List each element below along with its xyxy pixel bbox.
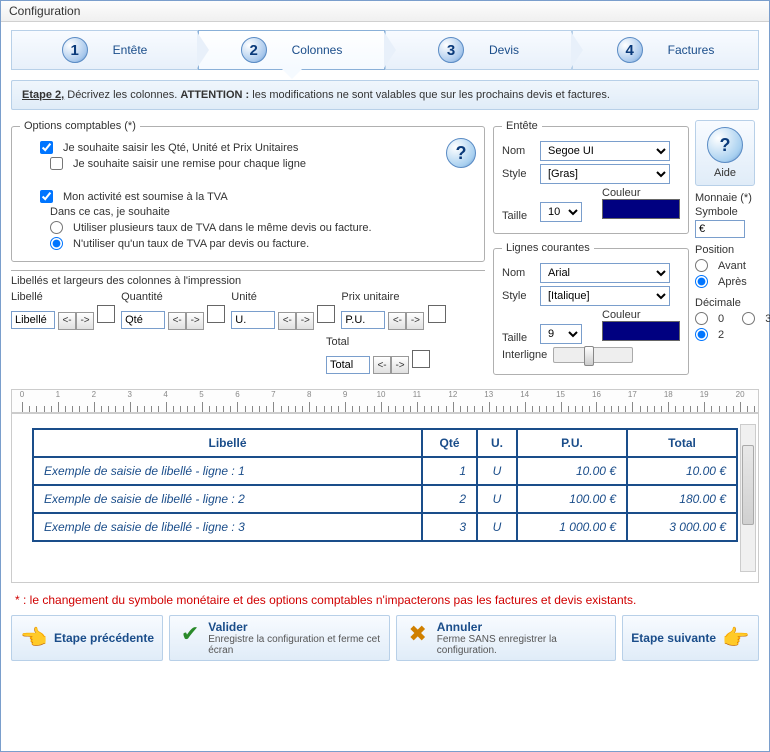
col-0-input[interactable] bbox=[11, 311, 55, 329]
step-2-label: Colonnes bbox=[292, 43, 343, 57]
tva-intro: Dans ce cas, je souhaite bbox=[50, 206, 170, 218]
col-4-right[interactable]: -> bbox=[391, 356, 409, 374]
options-comptables-fieldset: Options comptables (*) Je souhaite saisi… bbox=[11, 120, 485, 262]
table-row: Exemple de saisie de libellé - ligne : 2… bbox=[33, 485, 737, 513]
cancel-icon: ✖ bbox=[405, 620, 431, 648]
lignes-fieldset: Lignes courantes NomArial Style[Italique… bbox=[493, 242, 689, 375]
col-2-swatch[interactable] bbox=[317, 305, 335, 323]
next-step-button[interactable]: Etape suivante 👉 bbox=[622, 615, 759, 661]
col-header-0: Libellé bbox=[33, 429, 422, 457]
prev-step-button[interactable]: 👈 Etape précédente bbox=[11, 615, 163, 661]
col-3-swatch[interactable] bbox=[428, 305, 446, 323]
annuler-button[interactable]: ✖ AnnulerFerme SANS enregistrer la confi… bbox=[396, 615, 617, 661]
rb-dec-0[interactable] bbox=[695, 312, 708, 325]
scrollbar-thumb[interactable] bbox=[742, 445, 754, 525]
hand-left-icon: 👈 bbox=[20, 624, 48, 652]
aide-button[interactable]: ? Aide bbox=[695, 120, 755, 186]
check-icon: ✔ bbox=[178, 620, 202, 648]
cb-tva[interactable] bbox=[40, 190, 53, 203]
col-1-swatch[interactable] bbox=[207, 305, 225, 323]
ruler: 01234567891011121314151617181920 bbox=[11, 389, 759, 413]
col-1-right[interactable]: -> bbox=[186, 312, 204, 330]
monnaie-group: Monnaie (*) Symbole bbox=[695, 192, 755, 238]
col-2-input[interactable] bbox=[231, 311, 275, 329]
col-header-2: U. bbox=[477, 429, 517, 457]
rb-avant[interactable] bbox=[695, 259, 708, 272]
col-3-input[interactable] bbox=[341, 311, 385, 329]
instr-prefix: Etape 2, bbox=[22, 89, 64, 101]
col-4-swatch[interactable] bbox=[412, 350, 430, 368]
options-legend: Options comptables (*) bbox=[20, 120, 140, 132]
question-icon: ? bbox=[707, 127, 743, 163]
config-window: Configuration 1 Entête 2 Colonnes 3 Devis 4… bbox=[0, 0, 770, 752]
cb-remise[interactable] bbox=[50, 157, 63, 170]
col-1-input[interactable] bbox=[121, 311, 165, 329]
valider-button[interactable]: ✔ ValiderEnregistre la configuration et … bbox=[169, 615, 390, 661]
entete-style-select[interactable]: [Gras] bbox=[540, 164, 670, 184]
warning-text: * : le changement du symbole monétaire e… bbox=[1, 589, 769, 611]
interligne-slider[interactable] bbox=[553, 347, 633, 363]
col-0-left[interactable]: <- bbox=[58, 312, 76, 330]
step-4-num: 4 bbox=[617, 37, 643, 63]
lignes-taille-select[interactable]: 9 bbox=[540, 324, 582, 344]
step-2-num: 2 bbox=[241, 37, 267, 63]
col-0-swatch[interactable] bbox=[97, 305, 115, 323]
rb-apres[interactable] bbox=[695, 275, 708, 288]
preview-table: LibelléQtéU.P.U.Total Exemple de saisie … bbox=[32, 428, 738, 542]
lignes-style-select[interactable]: [Italique] bbox=[540, 286, 670, 306]
step-1-num: 1 bbox=[62, 37, 88, 63]
step-3[interactable]: 3 Devis bbox=[385, 30, 572, 70]
col-3-right[interactable]: -> bbox=[406, 312, 424, 330]
col-3-left[interactable]: <- bbox=[388, 312, 406, 330]
lignes-color-swatch[interactable] bbox=[602, 321, 680, 341]
table-row: Exemple de saisie de libellé - ligne : 1… bbox=[33, 457, 737, 485]
step-1-label: Entête bbox=[113, 43, 148, 57]
window-title: Configuration bbox=[1, 1, 769, 22]
symbole-input[interactable] bbox=[695, 220, 745, 238]
col-4-left[interactable]: <- bbox=[373, 356, 391, 374]
step-1[interactable]: 1 Entête bbox=[11, 30, 198, 70]
col-2-left[interactable]: <- bbox=[278, 312, 296, 330]
table-preview: LibelléQtéU.P.U.Total Exemple de saisie … bbox=[11, 413, 759, 583]
help-icon[interactable]: ? bbox=[446, 138, 476, 168]
cols-legend: Libellés et largeurs des colonnes à l'im… bbox=[11, 275, 485, 287]
table-row: Exemple de saisie de libellé - ligne : 3… bbox=[33, 513, 737, 541]
step-4-label: Factures bbox=[668, 43, 715, 57]
entete-fieldset: Entête NomSegoe UI Style[Gras] Taille 10… bbox=[493, 120, 689, 234]
entete-taille-select[interactable]: 10 bbox=[540, 202, 582, 222]
lignes-nom-select[interactable]: Arial bbox=[540, 263, 670, 283]
wizard-steps: 1 Entête 2 Colonnes 3 Devis 4 Factures bbox=[1, 22, 769, 70]
cb-qte[interactable] bbox=[40, 141, 53, 154]
col-4-input[interactable] bbox=[326, 356, 370, 374]
col-header-3: P.U. bbox=[517, 429, 627, 457]
step-3-num: 3 bbox=[438, 37, 464, 63]
footer-bar: 👈 Etape précédente ✔ ValiderEnregistre l… bbox=[11, 615, 759, 661]
step-2[interactable]: 2 Colonnes bbox=[198, 30, 385, 70]
col-header-1: Qté bbox=[422, 429, 477, 457]
rb-tva-single[interactable] bbox=[50, 237, 63, 250]
col-0-right[interactable]: -> bbox=[76, 312, 94, 330]
col-2-right[interactable]: -> bbox=[296, 312, 314, 330]
entete-color-swatch[interactable] bbox=[602, 199, 680, 219]
entete-nom-select[interactable]: Segoe UI bbox=[540, 141, 670, 161]
rb-dec-3[interactable] bbox=[742, 312, 755, 325]
step-3-label: Devis bbox=[489, 43, 519, 57]
instruction-bar: Etape 2, Décrivez les colonnes. ATTENTIO… bbox=[11, 80, 759, 110]
columns-section: Libellés et largeurs des colonnes à l'im… bbox=[11, 270, 485, 374]
decimale-group: Décimale 0 3 2 bbox=[695, 297, 755, 344]
vertical-scrollbar[interactable] bbox=[740, 424, 756, 572]
col-1-left[interactable]: <- bbox=[168, 312, 186, 330]
hand-right-icon: 👉 bbox=[722, 624, 750, 652]
rb-dec-2[interactable] bbox=[695, 328, 708, 341]
col-header-4: Total bbox=[627, 429, 737, 457]
step-4[interactable]: 4 Factures bbox=[572, 30, 759, 70]
position-group: Position Avant Après bbox=[695, 244, 755, 291]
rb-tva-multi[interactable] bbox=[50, 221, 63, 234]
